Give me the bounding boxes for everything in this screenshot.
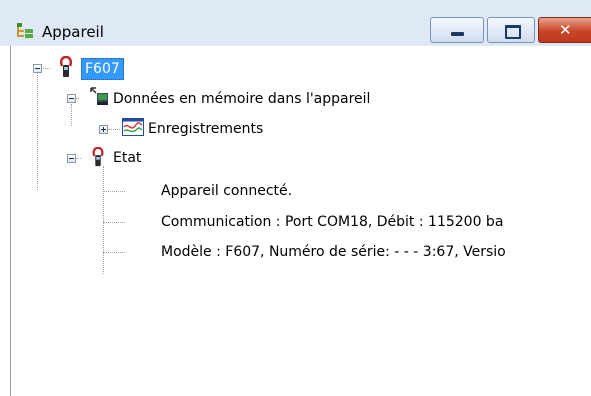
state-item-communication[interactable]: Communication : Port COM18, Débit : 1152… bbox=[161, 212, 503, 232]
expand-toggle-recordings[interactable] bbox=[99, 125, 108, 134]
tree-connector bbox=[103, 252, 125, 253]
device-tree[interactable]: F607 Données en mémoire dans l'appareil … bbox=[10, 46, 591, 396]
tree-icon bbox=[17, 23, 33, 38]
tree-node-recordings[interactable]: Enregistrements bbox=[148, 119, 263, 139]
tree-node-f607[interactable]: F607 bbox=[81, 58, 124, 80]
tree-node-state[interactable]: Etat bbox=[113, 148, 141, 168]
tree-connector bbox=[108, 129, 120, 130]
expand-toggle-memory[interactable] bbox=[67, 94, 76, 103]
device-memory-icon bbox=[90, 87, 108, 105]
expand-toggle-f607[interactable] bbox=[33, 64, 42, 73]
close-icon: ✕ bbox=[559, 21, 572, 39]
state-item-connected[interactable]: Appareil connecté. bbox=[161, 181, 292, 201]
close-button[interactable]: ✕ bbox=[538, 17, 591, 43]
tree-connector bbox=[103, 191, 125, 192]
window-title: Appareil bbox=[42, 23, 104, 41]
chart-icon bbox=[122, 118, 144, 136]
minimize-icon bbox=[451, 32, 464, 36]
clamp-meter-icon bbox=[60, 56, 72, 77]
tree-connector bbox=[37, 72, 38, 190]
maximize-icon bbox=[505, 25, 521, 39]
expand-toggle-state[interactable] bbox=[67, 154, 76, 163]
title-bar[interactable]: Appareil ✕ bbox=[0, 0, 591, 46]
tree-node-memory[interactable]: Données en mémoire dans l'appareil bbox=[113, 89, 370, 109]
tree-connector bbox=[103, 166, 104, 274]
appareil-window: Appareil ✕ F607 Données en mémoire dans … bbox=[0, 0, 591, 396]
tree-connector bbox=[71, 104, 72, 126]
minimize-button[interactable] bbox=[430, 17, 484, 43]
tree-connector bbox=[103, 222, 125, 223]
state-item-model[interactable]: Modèle : F607, Numéro de série: - - - 3:… bbox=[161, 242, 506, 262]
maximize-button[interactable] bbox=[487, 17, 535, 43]
clamp-meter-icon bbox=[92, 147, 104, 167]
